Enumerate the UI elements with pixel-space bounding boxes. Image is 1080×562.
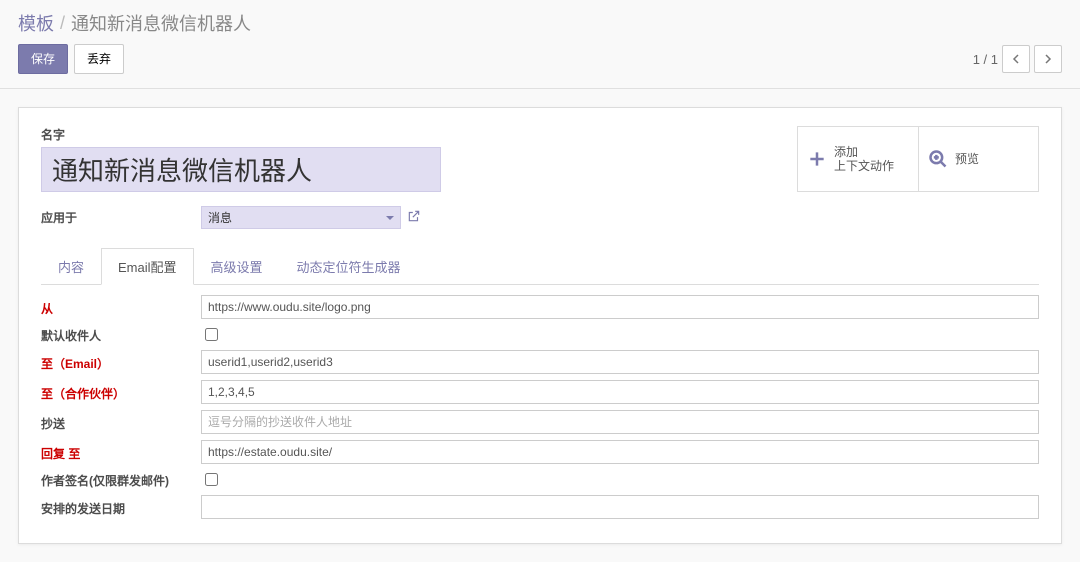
discard-button[interactable]: 丢弃 [74, 44, 124, 74]
save-button[interactable]: 保存 [18, 44, 68, 74]
apply-to-select[interactable]: 消息 [201, 206, 401, 229]
to-partner-label: 至（合作伙伴） [41, 383, 201, 402]
form-sheet: 名字 添加 上下文动作 [18, 107, 1062, 544]
default-to-label: 默认收件人 [41, 325, 201, 344]
tab-email-config[interactable]: Email配置 [101, 248, 194, 285]
preview-label: 预览 [955, 152, 979, 166]
chevron-left-icon [1011, 54, 1021, 64]
breadcrumb-root[interactable]: 模板 [18, 10, 54, 36]
tab-content[interactable]: 内容 [41, 248, 101, 285]
reply-to-input[interactable] [201, 440, 1039, 464]
pager: 1 / 1 [973, 45, 1062, 73]
breadcrumb-sep: / [60, 13, 65, 34]
apply-to-label: 应用于 [41, 209, 201, 226]
plus-icon [806, 148, 828, 170]
signature-checkbox[interactable] [205, 473, 218, 486]
cc-input[interactable] [201, 410, 1039, 434]
name-label: 名字 [41, 126, 441, 143]
chevron-right-icon [1043, 54, 1053, 64]
cc-label: 抄送 [41, 413, 201, 432]
to-partner-input[interactable] [201, 380, 1039, 404]
breadcrumb: 模板 / 通知新消息微信机器人 [0, 0, 1080, 36]
external-link-icon [407, 209, 421, 223]
pager-text: 1 / 1 [973, 52, 998, 67]
name-input[interactable] [41, 147, 441, 192]
status-buttons: 添加 上下文动作 预览 [797, 126, 1039, 192]
pager-prev-button[interactable] [1002, 45, 1030, 73]
add-context-line2: 上下文动作 [834, 159, 894, 173]
from-label: 从 [41, 298, 201, 317]
magnify-plus-icon [927, 148, 949, 170]
tab-placeholder-generator[interactable]: 动态定位符生成器 [280, 248, 418, 285]
toolbar: 保存 丢弃 1 / 1 [0, 36, 1080, 89]
tab-advanced[interactable]: 高级设置 [194, 248, 280, 285]
to-email-input[interactable] [201, 350, 1039, 374]
default-to-checkbox[interactable] [205, 328, 218, 341]
pager-next-button[interactable] [1034, 45, 1062, 73]
signature-label: 作者签名(仅限群发邮件) [41, 471, 201, 489]
reply-to-label: 回复 至 [41, 443, 201, 462]
preview-button[interactable]: 预览 [918, 127, 1038, 191]
to-email-label: 至（Email） [41, 353, 201, 372]
from-input[interactable] [201, 295, 1039, 319]
add-context-action-button[interactable]: 添加 上下文动作 [798, 127, 918, 191]
schedule-label: 安排的发送日期 [41, 498, 201, 517]
add-context-line1: 添加 [834, 145, 894, 159]
breadcrumb-current: 通知新消息微信机器人 [71, 10, 251, 36]
email-config-fields: 从 默认收件人 至（Email） 至（合作伙伴） 抄送 回复 至 作者签名(仅限… [41, 295, 1039, 519]
tabs: 内容 Email配置 高级设置 动态定位符生成器 [41, 247, 1039, 285]
apply-to-external-link[interactable] [407, 209, 421, 226]
schedule-input[interactable] [201, 495, 1039, 519]
